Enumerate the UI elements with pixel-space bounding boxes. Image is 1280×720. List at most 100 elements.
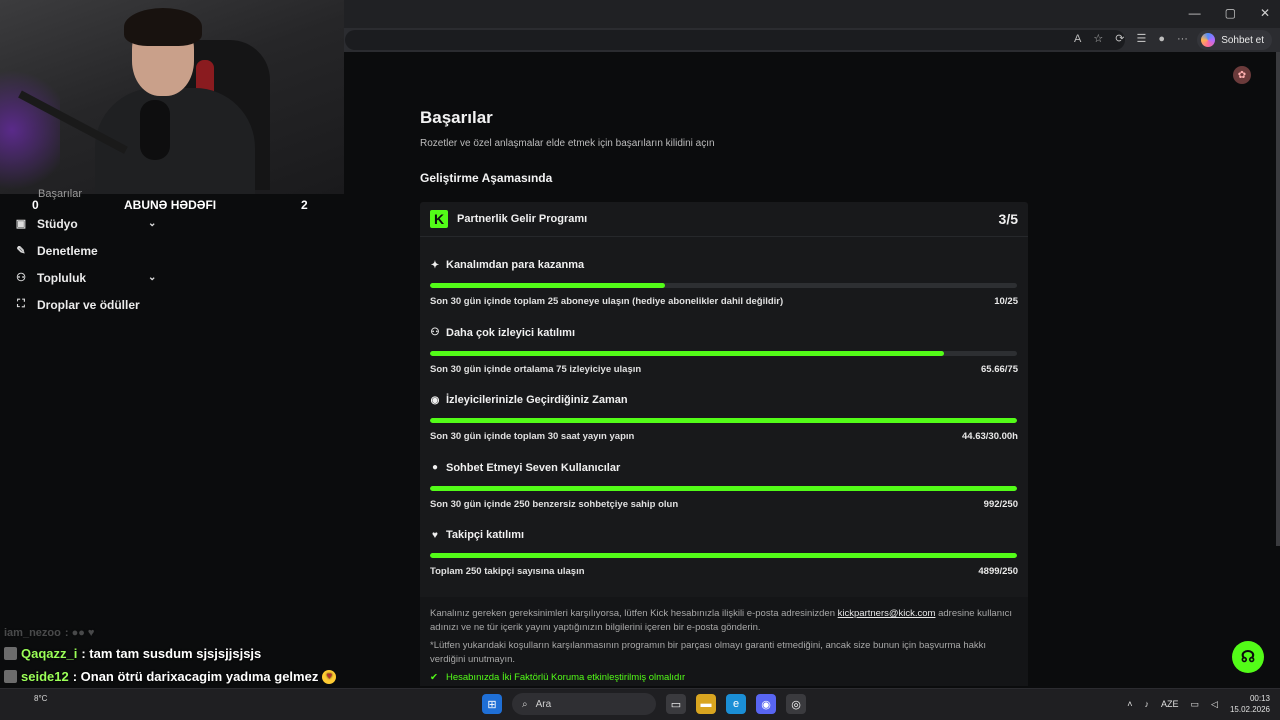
requirement-title-text: Daha çok izleyici katılımı [446,326,576,339]
chat-username[interactable]: Qaqazz_i [21,646,77,661]
chevron-down-icon[interactable]: ⌄ [148,218,156,229]
partner-email-link[interactable]: kickpartners@kick.com [838,608,936,619]
progress-bar [430,283,1017,288]
clock-time: 00:13 [1249,694,1270,703]
progress-bar [430,485,1017,491]
page-scrollbar[interactable] [1276,52,1280,546]
edge-icon[interactable]: e [726,694,746,714]
requirement-item: ♥ Takipçi katılımı Toplam 250 takipçi sayı… [430,507,1018,577]
program-note: Kanalınız gereken gereksinimleri karşılı… [420,597,1028,686]
sidebar: ▣ Stüdyo ⌄ ✎ Denetleme ⚇ Topluluk ⌄ ⛶ Droplar ve … [0,210,170,318]
requirement-item: ✦ Kanalımdan para kazanma Son 30 gün içind… [430,237,1018,307]
twofa-requirement: ✔ Hesabınızda İki Faktörlü Koruma etkinl… [430,671,1018,685]
user-avatar[interactable]: ✿ [1233,66,1251,84]
profile-icon[interactable]: ● [1158,33,1165,45]
close-button[interactable]: ✕ [1260,6,1270,20]
copilot-chat-button[interactable]: Sohbet et [1197,30,1272,50]
progress-bar [430,553,1017,558]
favorite-star-icon[interactable]: ☆ [1093,32,1103,45]
maximize-button[interactable]: ▢ [1225,6,1236,20]
clock[interactable]: 00:13 15.02.2026 [1230,693,1270,715]
weather-widget[interactable]: 8°C [34,694,47,703]
webcam-overlay [0,0,344,194]
note-paragraph-2: *Lütfen yukarıdaki koşulların karşılanma… [430,640,987,665]
requirement-title: ◉ İzleyicilerinizle Geçirdiğiniz Zaman [430,394,628,406]
sidebar-item-label: Stüdyo [37,216,78,231]
file-explorer-icon[interactable]: ▬ [696,694,716,714]
requirement-icon: ⚇ [430,327,440,338]
program-count: 3/5 [998,211,1018,227]
goal-current: 0 [32,198,39,212]
requirement-title-text: İzleyicilerinizle Geçirdiğiniz Zaman [446,394,628,406]
chat-username: iam_nezoo [4,627,61,639]
task-view-icon[interactable]: ▭ [666,694,686,714]
main-header: Başarılar Rozetler ve özel anlaşmalar el… [420,108,1030,185]
taskbar: 8°C ⊞ ⌕ Ara ▭ ▬ e ◉ ◎ ˄ ♪ AZE ▭ ◁ 00:13 … [0,688,1280,720]
goal-title: ABUNƏ HƏDƏFI [124,198,217,212]
taskbar-search[interactable]: ⌕ Ara [512,693,656,715]
volume-icon[interactable]: ◁ [1211,699,1218,710]
chat-message: seide12: Onan ötrü darixacagim yadıma ge… [4,665,404,688]
progress-fill [430,283,665,288]
microphone-icon[interactable]: ♪ [1145,699,1150,709]
sidebar-item-achievements[interactable]: Başarılar [38,188,82,200]
toolbar-icons: A ☆ ⟳ ☰ ● ··· [1074,32,1188,46]
requirement-title: ♥ Takipçi katılımı [430,529,524,541]
requirement-value: 4899/250 [978,566,1018,577]
requirement-item: ⚇ Daha çok izleyici katılımı Son 30 gün iç… [430,305,1018,375]
sidebar-item-denetleme[interactable]: ✎ Denetleme [0,237,170,264]
requirement-icon: ✦ [430,259,440,271]
favorites-icon[interactable]: ☰ [1136,32,1146,45]
chat-username[interactable]: seide12 [21,669,69,684]
url-field[interactable] [345,30,1125,50]
chevron-down-icon[interactable]: ⌄ [148,272,156,283]
program-card-header: K Partnerlik Gelir Programı 3/5 [420,202,1028,237]
help-button[interactable]: ☊ [1232,641,1264,673]
rgb-light [0,60,60,194]
requirement-title: ⚇ Daha çok izleyici katılımı [430,326,576,339]
requirement-item: ◉ İzleyicilerinizle Geçirdiğiniz Zaman Son… [430,372,1018,442]
tray-chevron-icon[interactable]: ˄ [1127,699,1132,709]
emoji-icon: ♥ [322,669,337,684]
clock-date: 15.02.2026 [1229,705,1270,714]
chat-badge-icon [4,670,17,683]
requirement-title: ● Sohbet Etmeyi Seven Kullanıcılar [430,462,620,474]
chat-message: Qaqazz_i: tam tam susdum sjsjsjjsjsjs [4,642,404,665]
progress-fill [430,418,1017,423]
section-title: Geliştirme Aşamasında [420,171,553,185]
search-icon: ⌕ [522,698,528,710]
requirement-icon: ● [431,462,439,473]
progress-bar [430,418,1017,423]
system-tray: ˄ ♪ AZE ▭ ◁ 00:13 15.02.2026 [1127,693,1270,715]
gift-icon: ⛶ [17,298,25,310]
progress-fill [430,553,1017,558]
read-aloud-icon[interactable]: A [1074,33,1081,45]
sidebar-item-topluluk[interactable]: ⚇ Topluluk ⌄ [0,264,170,291]
twofa-label: Hesabınızda İki Faktörlü Koruma etkinleş… [445,672,686,683]
network-icon[interactable]: ▭ [1191,699,1200,710]
sidebar-item-label: Denetleme [37,243,98,258]
language-indicator[interactable]: AZE [1161,699,1179,709]
community-icon: ⚇ [16,272,26,284]
note-text: Kanalınız gereken gereksinimleri karşılı… [430,608,838,619]
more-icon[interactable]: ··· [1177,33,1188,45]
video-icon: ▣ [15,218,27,230]
note-paragraph-1: Kanalınız gereken gereksinimleri karşılı… [430,607,1018,635]
chat-message: iam_nezoo : ●● ♥ [4,624,404,642]
sidebar-item-droplar[interactable]: ⛶ Droplar ve ödüller [0,291,170,318]
microphone [140,100,170,160]
goal-target: 2 [301,198,308,212]
wrench-icon: ✎ [16,245,26,257]
extension-icon[interactable]: ⟳ [1115,32,1124,45]
kick-logo-icon: K [430,210,448,228]
requirement-icon: ♥ [432,529,438,541]
window-controls: — ▢ ✕ [1189,6,1270,20]
requirement-description: Toplam 250 takipçi sayısına ulaşın [430,566,585,577]
discord-icon[interactable]: ◉ [756,694,776,714]
requirement-title-text: Kanalımdan para kazanma [446,259,585,271]
sidebar-item-label: Topluluk [37,270,87,285]
windows-start-icon[interactable]: ⊞ [482,694,502,714]
chat-button-label: Sohbet et [1221,34,1264,46]
obs-icon[interactable]: ◎ [786,694,806,714]
minimize-button[interactable]: — [1189,6,1201,20]
